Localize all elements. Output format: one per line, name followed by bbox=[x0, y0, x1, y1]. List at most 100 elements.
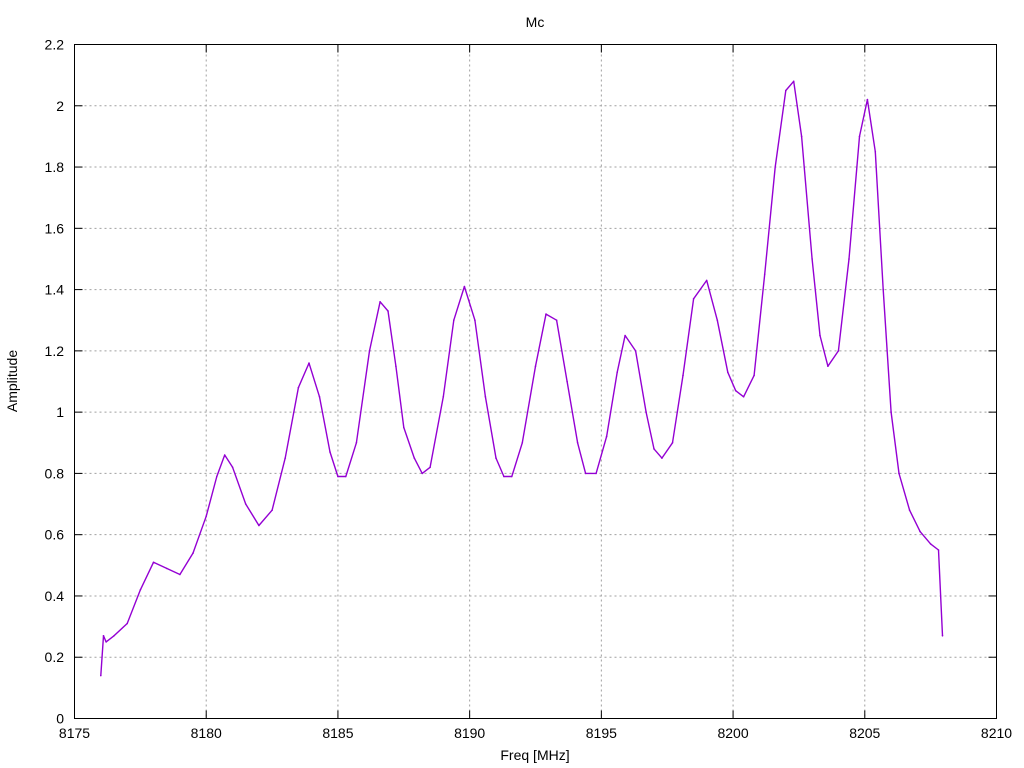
data-point bbox=[308, 362, 310, 364]
data-point bbox=[734, 389, 737, 392]
data-point bbox=[495, 457, 497, 459]
data-point bbox=[139, 589, 142, 591]
x-tick-label: 8185 bbox=[322, 725, 353, 741]
x-tick-label: 8210 bbox=[981, 725, 1012, 741]
data-point bbox=[716, 319, 719, 322]
data-point bbox=[742, 396, 745, 398]
chart-title: Mc bbox=[526, 14, 545, 30]
y-tick-label: 0.8 bbox=[45, 465, 65, 481]
data-point bbox=[624, 334, 626, 337]
data-point bbox=[605, 435, 608, 438]
data-point bbox=[152, 561, 155, 564]
x-tick-labels: 8175 8180 8185 8190 8195 8200 8205 8210 bbox=[59, 725, 1012, 741]
data-point bbox=[937, 549, 940, 551]
series bbox=[100, 80, 944, 677]
data-point bbox=[576, 442, 579, 444]
data-point bbox=[223, 454, 226, 456]
x-tick-label: 8205 bbox=[849, 725, 880, 741]
data-point bbox=[231, 466, 234, 469]
y-tick-label: 1.4 bbox=[45, 282, 65, 298]
data-point bbox=[337, 475, 339, 478]
y-tick-labels: 0 0.2 0.4 0.6 0.8 1 1.2 1.4 1.6 1.8 2 2.2 bbox=[45, 37, 65, 727]
data-point bbox=[858, 135, 861, 138]
data-point bbox=[848, 258, 850, 260]
data-point bbox=[882, 288, 884, 291]
data-point bbox=[271, 509, 273, 512]
data-point bbox=[100, 674, 102, 677]
data-point bbox=[258, 524, 260, 527]
data-point bbox=[216, 475, 218, 478]
data-point bbox=[429, 466, 431, 469]
data-point bbox=[792, 80, 795, 83]
data-point bbox=[297, 386, 300, 389]
data-point bbox=[645, 411, 647, 413]
y-tick-label: 1.8 bbox=[45, 159, 65, 175]
data-point bbox=[329, 451, 331, 453]
data-point bbox=[474, 319, 476, 322]
data-point bbox=[692, 298, 695, 300]
data-point bbox=[811, 258, 813, 260]
data-point bbox=[545, 313, 547, 315]
y-axis-label: Amplitude bbox=[4, 350, 20, 412]
data-point bbox=[179, 573, 181, 576]
data-point bbox=[566, 380, 568, 383]
y-tick-label: 1 bbox=[56, 404, 64, 420]
data-point bbox=[318, 396, 321, 398]
data-point bbox=[387, 310, 389, 312]
data-point bbox=[284, 457, 287, 459]
x-tick-label: 8200 bbox=[717, 725, 748, 741]
data-point bbox=[634, 350, 637, 352]
data-point bbox=[413, 457, 416, 459]
chart-svg: 8175 8180 8185 8190 8195 8200 8205 8210 0 0.2 0.4… bbox=[4, 14, 1012, 763]
y-tick-label: 2.2 bbox=[45, 37, 65, 53]
series-line-0 bbox=[100, 80, 944, 676]
data-point bbox=[616, 371, 618, 374]
data-point bbox=[403, 426, 405, 429]
y-tick-label: 0 bbox=[56, 711, 64, 727]
data-point bbox=[244, 503, 247, 505]
y-tick-label: 0.2 bbox=[45, 649, 65, 665]
y-tick-label: 2 bbox=[56, 98, 64, 114]
data-point bbox=[395, 365, 397, 368]
data-point bbox=[653, 448, 655, 450]
data-point bbox=[442, 396, 445, 398]
data-point bbox=[165, 567, 168, 570]
data-point bbox=[379, 301, 381, 303]
x-tick-label: 8195 bbox=[586, 725, 617, 741]
data-point bbox=[511, 475, 513, 478]
data-point bbox=[463, 285, 466, 288]
data-point bbox=[484, 396, 487, 398]
data-point bbox=[866, 98, 869, 101]
data-point bbox=[555, 319, 558, 322]
data-point bbox=[584, 472, 587, 475]
data-point bbox=[534, 365, 537, 368]
data-point bbox=[661, 457, 663, 459]
data-point bbox=[898, 472, 900, 475]
data-point bbox=[727, 371, 729, 374]
data-point bbox=[763, 273, 766, 276]
data-point bbox=[753, 374, 755, 377]
x-tick-label: 8190 bbox=[454, 725, 485, 741]
data-point bbox=[521, 442, 524, 444]
data-point bbox=[819, 334, 821, 337]
data-point bbox=[126, 622, 128, 625]
y-tick-label: 1.6 bbox=[45, 220, 65, 236]
data-point bbox=[192, 552, 194, 554]
data-point bbox=[595, 472, 597, 475]
x-tick-label: 8175 bbox=[59, 725, 90, 741]
data-point bbox=[800, 135, 803, 138]
data-point bbox=[105, 641, 107, 643]
data-point bbox=[941, 635, 944, 637]
data-point bbox=[453, 319, 455, 322]
data-point bbox=[682, 374, 684, 377]
data-point bbox=[705, 279, 708, 282]
data-point bbox=[503, 475, 505, 478]
data-point bbox=[827, 365, 829, 368]
data-point bbox=[671, 442, 674, 444]
data-point bbox=[785, 89, 787, 92]
data-point bbox=[837, 350, 840, 352]
data-point bbox=[874, 150, 877, 153]
data-point bbox=[368, 350, 371, 352]
x-axis-label: Freq [MHz] bbox=[500, 747, 569, 763]
data-point bbox=[421, 472, 424, 475]
